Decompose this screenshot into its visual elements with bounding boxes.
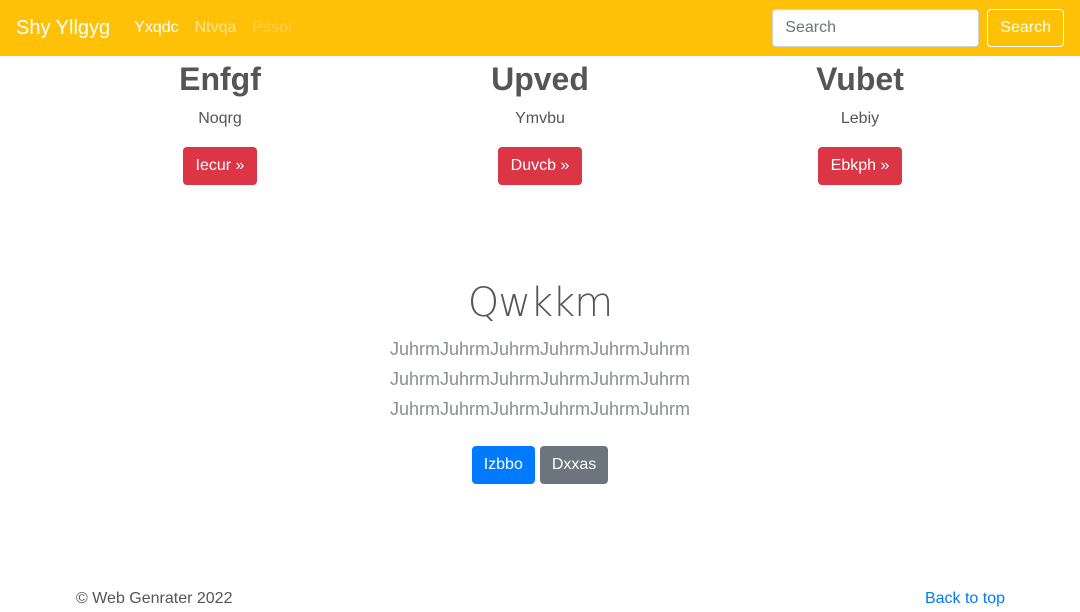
feature-text: Ymvbu (515, 110, 565, 127)
feature-card: Enfgf Noqrg Iecur » (60, 56, 380, 185)
hero-section: Qwkkm JuhrmJuhrmJuhrmJuhrmJuhrmJuhrm Juh… (0, 276, 1080, 484)
footer: © Web Genrater 2022 Back to top (0, 590, 1080, 612)
feature-button[interactable]: Duvcb » (497, 147, 583, 185)
feature-title: Enfgf (179, 61, 261, 97)
nav-link-yxqdc[interactable]: Yxqdc (134, 19, 178, 37)
back-to-top-link[interactable]: Back to top (925, 590, 1005, 608)
feature-title: Upved (491, 61, 589, 97)
nav-link-pssoi: Pssoi (252, 19, 292, 36)
search-button[interactable]: Search (987, 9, 1064, 47)
feature-text: Lebiy (840, 110, 880, 127)
copyright-text: © Web Genrater 2022 (76, 590, 233, 607)
hero-lead-line: JuhrmJuhrmJuhrmJuhrmJuhrmJuhrm (389, 369, 691, 389)
hero-lead-line: JuhrmJuhrmJuhrmJuhrmJuhrmJuhrm (389, 339, 691, 359)
feature-card: Upved Ymvbu Duvcb » (380, 56, 700, 185)
primary-button[interactable]: Izbbo (471, 446, 535, 484)
feature-card: Vubet Lebiy Ebkph » (700, 56, 1020, 185)
nav-link-ntvqa[interactable]: Ntvqa (195, 19, 237, 37)
hero-buttons: Izbbo Dxxas (0, 446, 1080, 484)
nav-links: Yxqdc Ntvqa Pssoi (134, 19, 307, 37)
secondary-button[interactable]: Dxxas (539, 446, 609, 484)
navbar: Shy Yllgyg Yxqdc Ntvqa Pssoi Search (0, 0, 1080, 56)
hero-lead: JuhrmJuhrmJuhrmJuhrmJuhrmJuhrm JuhrmJuhr… (0, 334, 1080, 424)
feature-button[interactable]: Ebkph » (817, 147, 903, 185)
search-form: Search (772, 9, 1064, 47)
search-input[interactable] (772, 9, 980, 47)
feature-title: Vubet (816, 61, 904, 97)
brand-link[interactable]: Shy Yllgyg (16, 17, 110, 40)
feature-button[interactable]: Iecur » (182, 147, 258, 185)
hero-title: Qwkkm (467, 280, 614, 326)
hero-lead-line: JuhrmJuhrmJuhrmJuhrmJuhrmJuhrm (389, 399, 691, 419)
feature-text: Noqrg (198, 110, 242, 127)
